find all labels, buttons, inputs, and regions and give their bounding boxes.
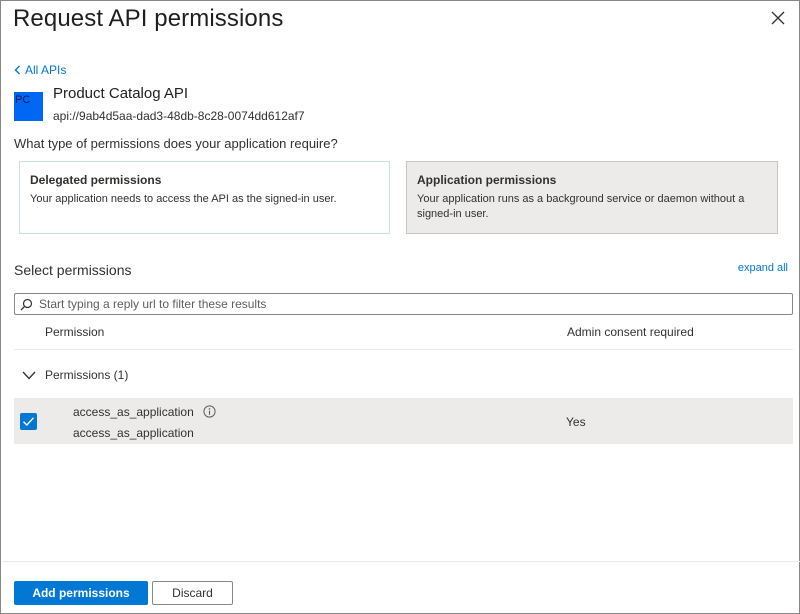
add-permissions-button[interactable]: Add permissions (14, 581, 148, 605)
permissions-group-toggle[interactable]: Permissions (1) (14, 361, 793, 389)
permission-checkbox[interactable] (20, 413, 37, 430)
request-api-permissions-panel: Request API permissions All APIs PC Prod… (0, 0, 800, 614)
admin-consent-value: Yes (566, 415, 586, 429)
delegated-permissions-description: Your application needs to access the API… (30, 193, 337, 205)
permission-name: access_as_application (73, 405, 194, 419)
header-divider (14, 349, 793, 350)
filter-box (14, 293, 793, 315)
permissions-group-label: Permissions (1) (45, 368, 129, 382)
table-row: access_as_application access_as_applicat… (14, 398, 793, 444)
info-button[interactable] (203, 405, 216, 418)
application-permissions-option[interactable]: Application permissions Your application… (406, 161, 778, 234)
all-apis-link[interactable]: All APIs (14, 63, 66, 77)
close-button[interactable] (767, 7, 789, 29)
api-name: Product Catalog API (53, 85, 189, 102)
delegated-permissions-option[interactable]: Delegated permissions Your application n… (19, 161, 390, 234)
filter-input[interactable] (39, 297, 769, 311)
permission-description: access_as_application (73, 426, 194, 440)
footer-divider (2, 561, 800, 562)
search-icon (20, 298, 33, 310)
close-icon (771, 11, 785, 25)
api-uri: api://9ab4d5aa-dad3-48db-8c28-0074dd612a… (53, 109, 305, 123)
admin-consent-column-header: Admin consent required (567, 325, 694, 339)
panel-title: Request API permissions (13, 5, 284, 32)
chevron-down-icon (22, 371, 36, 379)
application-permissions-title: Application permissions (417, 173, 557, 187)
select-permissions-heading: Select permissions (14, 262, 132, 278)
chevron-left-icon (14, 65, 20, 75)
permission-type-question: What type of permissions does your appli… (14, 136, 338, 151)
info-icon (203, 405, 216, 418)
api-logo: PC (14, 92, 43, 121)
checkmark-icon (23, 417, 35, 426)
application-permissions-description: Your application runs as a background se… (417, 193, 745, 220)
all-apis-label: All APIs (25, 63, 67, 77)
expand-all-link[interactable]: expand all (738, 262, 788, 274)
delegated-permissions-title: Delegated permissions (30, 173, 162, 187)
discard-button[interactable]: Discard (152, 581, 233, 605)
permission-column-header: Permission (45, 325, 105, 339)
